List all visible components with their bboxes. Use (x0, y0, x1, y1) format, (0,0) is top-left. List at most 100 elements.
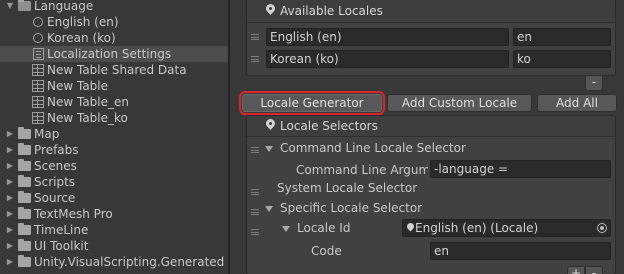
inspector-panel: Available Locales English (en) en Korean… (230, 0, 624, 274)
tree-item-language[interactable]: ▼ Language (0, 0, 228, 14)
tree-item-korean[interactable]: Korean (ko) (0, 30, 228, 46)
collapse-arrow-icon[interactable]: ▶ (5, 206, 15, 222)
tree-item-timeline[interactable]: ▶ TimeLine (0, 222, 228, 238)
drag-handle-icon[interactable] (251, 209, 259, 215)
drag-handle-icon[interactable] (251, 147, 259, 153)
locale-selectors-title: Locale Selectors (280, 119, 378, 133)
folder-icon (18, 255, 31, 267)
locale-code-field[interactable]: en (513, 28, 611, 46)
tree-item-ui-toolkit[interactable]: ▶ UI Toolkit (0, 238, 228, 254)
project-tree: ▼ Language English (en) Korean (ko) Loca… (0, 0, 228, 274)
folder-icon (18, 207, 31, 219)
tree-item-label: Scripts (34, 175, 76, 189)
map-pin-icon (266, 4, 275, 17)
collapse-arrow-icon[interactable]: ▶ (5, 142, 15, 158)
available-locales-title: Available Locales (280, 4, 383, 18)
table-asset-icon (32, 112, 44, 124)
collapse-arrow-icon[interactable]: ▶ (5, 222, 15, 238)
folder-icon (18, 127, 31, 139)
collapse-arrow-icon[interactable]: ▶ (5, 174, 15, 190)
drag-handle-icon[interactable] (251, 189, 259, 195)
drag-handle-icon[interactable] (251, 34, 259, 40)
system-selector-label: System Locale Selector (277, 181, 418, 195)
collapse-arrow-icon[interactable]: ▶ (5, 126, 15, 142)
tree-item-visualscripting[interactable]: ▶ Unity.VisualScripting.Generated (0, 254, 228, 270)
command-line-argument-field[interactable]: -language = (430, 160, 611, 178)
locale-id-label: Locale Id (297, 221, 351, 235)
add-selector-button[interactable]: + (567, 266, 585, 274)
table-asset-icon (32, 96, 44, 108)
folder-icon (18, 223, 31, 235)
tree-item-label: Scenes (34, 159, 77, 173)
folder-icon (18, 143, 31, 155)
tree-item-label: Language (34, 0, 94, 13)
foldout-expanded-icon[interactable] (265, 146, 273, 152)
tree-item-prefabs[interactable]: ▶ Prefabs (0, 142, 228, 158)
tree-item-label: New Table (47, 79, 109, 93)
locale-asset-icon (33, 33, 43, 43)
folder-icon (18, 175, 31, 187)
remove-locale-button[interactable]: - (585, 75, 603, 91)
map-pin-icon (266, 119, 275, 132)
command-line-selector-label[interactable]: Command Line Locale Selector (280, 141, 466, 155)
folder-icon (18, 239, 31, 251)
tree-item-english[interactable]: English (en) (0, 14, 228, 30)
tree-item-label: TimeLine (34, 223, 89, 237)
tree-item-new-table-en[interactable]: New Table_en (0, 94, 228, 110)
map-pin-icon (407, 223, 415, 234)
locale-id-object-field[interactable]: English (en) (Locale) (402, 219, 611, 237)
add-custom-locale-button[interactable]: Add Custom Locale (387, 94, 532, 112)
table-asset-icon (32, 80, 44, 92)
folder-icon (18, 159, 31, 171)
tree-item-map[interactable]: ▶ Map (0, 126, 228, 142)
remove-selector-button[interactable]: - (585, 266, 603, 274)
locale-name-field[interactable]: Korean (ko) (266, 50, 509, 68)
tree-item-new-table[interactable]: New Table (0, 78, 228, 94)
tree-item-scenes[interactable]: ▶ Scenes (0, 158, 228, 174)
tree-item-localization-settings[interactable]: Localization Settings (0, 46, 228, 62)
tree-item-label: Map (34, 127, 60, 141)
tree-item-label: Unity.VisualScripting.Generated (34, 255, 225, 269)
tree-item-label: English (en) (47, 15, 119, 29)
folder-icon (18, 191, 31, 203)
tree-item-label: UI Toolkit (34, 239, 89, 253)
tree-item-label: Source (34, 191, 76, 205)
locale-id-value: English (en) (Locale) (415, 221, 539, 235)
expand-arrow-icon[interactable]: ▼ (5, 0, 15, 14)
table-asset-icon (32, 64, 44, 76)
command-line-argument-label: Command Line Argume (296, 163, 428, 177)
locale-name-field[interactable]: English (en) (266, 28, 509, 46)
tree-item-label: New Table Shared Data (47, 63, 187, 77)
foldout-expanded-icon[interactable] (282, 226, 290, 232)
tree-item-label: Localization Settings (47, 47, 172, 61)
tree-item-label: Prefabs (34, 143, 79, 157)
add-all-button[interactable]: Add All (537, 94, 617, 112)
specific-selector-label[interactable]: Specific Locale Selector (280, 201, 422, 215)
object-picker-icon[interactable] (597, 223, 607, 233)
tree-item-scripts[interactable]: ▶ Scripts (0, 174, 228, 190)
locale-code-field[interactable]: ko (513, 50, 611, 68)
tree-item-source[interactable]: ▶ Source (0, 190, 228, 206)
tree-item-label: Korean (ko) (47, 31, 116, 45)
collapse-arrow-icon[interactable]: ▶ (5, 190, 15, 206)
settings-asset-icon (33, 48, 44, 60)
collapse-arrow-icon[interactable]: ▶ (5, 158, 15, 174)
collapse-arrow-icon[interactable]: ▶ (5, 254, 15, 270)
foldout-expanded-icon[interactable] (265, 206, 273, 212)
code-field[interactable]: en (430, 242, 611, 260)
tree-item-label: New Table_en (47, 95, 130, 109)
locale-generator-button[interactable]: Locale Generator (239, 91, 385, 115)
tree-item-label: TextMesh Pro (34, 207, 113, 221)
available-locales-panel: Available Locales English (en) en Korean… (246, 0, 616, 76)
tree-item-textmesh-pro[interactable]: ▶ TextMesh Pro (0, 206, 228, 222)
drag-handle-icon[interactable] (251, 56, 259, 62)
drag-handle-icon[interactable] (251, 229, 259, 235)
available-locales-header: Available Locales (247, 0, 615, 23)
code-label: Code (311, 244, 342, 258)
tree-item-shared-data[interactable]: New Table Shared Data (0, 62, 228, 78)
locale-selectors-panel: Locale Selectors Command Line Locale Sel… (246, 115, 616, 274)
collapse-arrow-icon[interactable]: ▶ (5, 238, 15, 254)
tree-item-new-table-ko[interactable]: New Table_ko (0, 110, 228, 126)
locale-asset-icon (33, 17, 43, 27)
tree-item-label: New Table_ko (47, 111, 128, 125)
